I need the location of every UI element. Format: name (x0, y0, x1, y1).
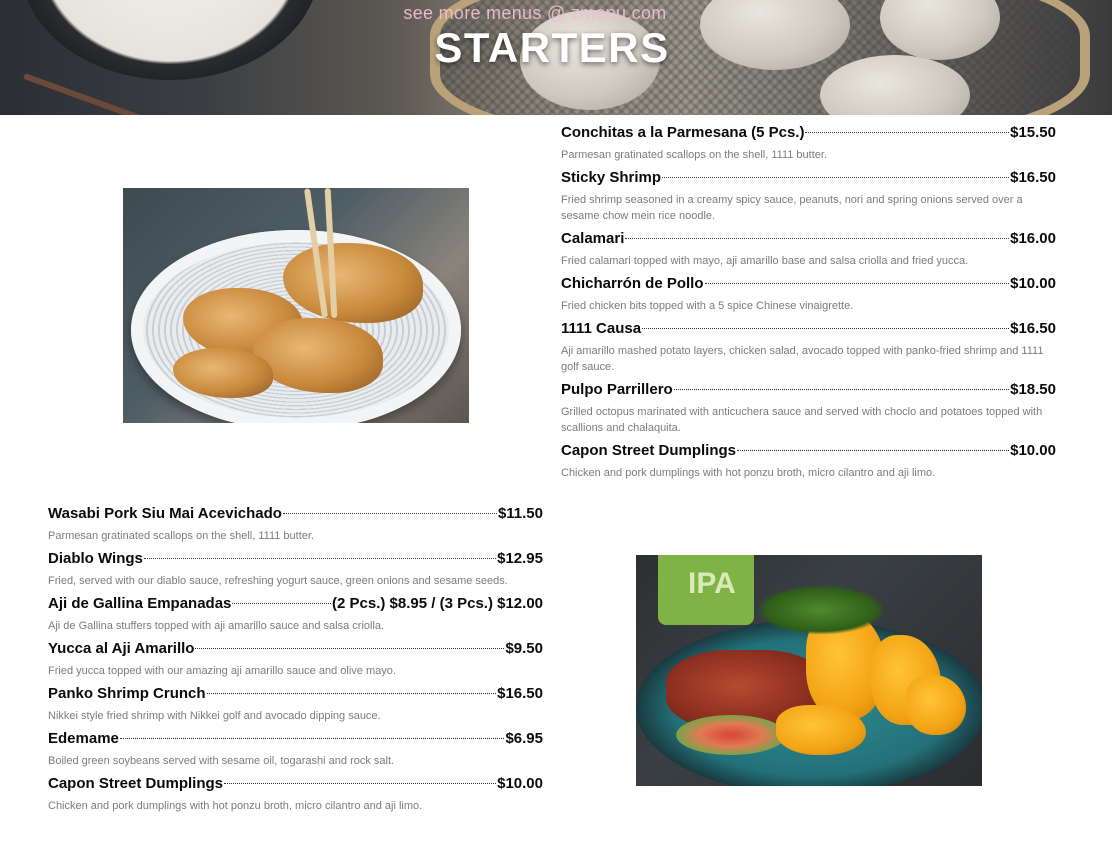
dotted-leader (282, 513, 497, 514)
menu-item-header: Capon Street Dumplings $10.00 (561, 442, 1056, 464)
dotted-leader (704, 283, 1010, 284)
menu-item-name: Conchitas a la Parmesana (5 Pcs.) (561, 124, 805, 141)
menu-item-price: $16.50 (1010, 169, 1056, 186)
menu-item-header: Wasabi Pork Siu Mai Acevichado $11.50 (48, 505, 543, 527)
dotted-leader (224, 783, 497, 784)
menu-item-price: $15.50 (1010, 124, 1056, 141)
dotted-leader (805, 132, 1010, 133)
menu-item: Aji de Gallina Empanadas (2 Pcs.) $8.95 /… (48, 595, 543, 640)
menu-item-description: Fried yucca topped with our amazing aji … (48, 665, 396, 677)
menu-item-name: Diablo Wings (48, 550, 143, 567)
menu-item: Capon Street Dumplings $10.00 Chicken and … (48, 775, 543, 820)
salsa-graphic (676, 715, 786, 755)
menu-item: Calamari $16.00 Fried calamari topped with… (561, 230, 1056, 275)
menu-item-price: $16.50 (1010, 320, 1056, 337)
menu-item-description: Parmesan gratinated scallops on the shel… (561, 149, 827, 161)
dotted-leader (625, 238, 1010, 239)
dotted-leader (662, 177, 1010, 178)
menu-item: Edemame $6.95 Boiled green soybeans served… (48, 730, 543, 775)
menu-item-price: $9.50 (505, 640, 543, 657)
menu-item-description: Chicken and pork dumplings with hot ponz… (561, 467, 936, 479)
menu-item-description: Grilled octopus marinated with anticuche… (561, 406, 1043, 434)
menu-item: Yucca al Aji Amarillo $9.50 Fried yucca to… (48, 640, 543, 685)
dotted-leader (206, 693, 497, 694)
menu-item-description: Fried shrimp seasoned in a creamy spicy … (561, 194, 1023, 222)
banner-chopstick-graphic (22, 72, 148, 115)
dotted-leader (232, 603, 332, 604)
menu-item-description: Fried chicken bits topped with a 5 spice… (561, 300, 854, 312)
menu-item-header: Sticky Shrimp $16.50 (561, 169, 1056, 191)
menu-item: Sticky Shrimp $16.50 Fried shrimp seasoned… (561, 169, 1056, 230)
menu-item-price: $10.00 (497, 775, 543, 792)
menu-item-name: Panko Shrimp Crunch (48, 685, 206, 702)
menu-item-name: Pulpo Parrillero (561, 381, 673, 398)
menu-item-header: 1111 Causa $16.50 (561, 320, 1056, 342)
menu-item-name: Aji de Gallina Empanadas (48, 595, 232, 612)
left-menu-list: Wasabi Pork Siu Mai Acevichado $11.50 Parm… (48, 505, 543, 820)
menu-item: Capon Street Dumplings $10.00 Chicken and … (561, 442, 1056, 487)
menu-item-price: $12.95 (497, 550, 543, 567)
dotted-leader (673, 389, 1010, 390)
menu-item-header: Conchitas a la Parmesana (5 Pcs.) $15.50 (561, 124, 1056, 146)
dotted-leader (195, 648, 505, 649)
nikkei-dish-image: IPA (636, 555, 982, 786)
menu-item-description: Fried, served with our diablo sauce, ref… (48, 575, 508, 587)
herb-garnish-graphic (756, 585, 886, 635)
menu-item-header: Capon Street Dumplings $10.00 (48, 775, 543, 797)
menu-item-header: Aji de Gallina Empanadas (2 Pcs.) $8.95 /… (48, 595, 543, 617)
header-banner: see more menus @ zmenu.com STARTERS (0, 0, 1112, 115)
watermark-link[interactable]: see more menus @ zmenu.com (0, 3, 1070, 24)
section-title: STARTERS (434, 24, 670, 71)
menu-item: Panko Shrimp Crunch $16.50 Nikkei style fr… (48, 685, 543, 730)
menu-item-name: Wasabi Pork Siu Mai Acevichado (48, 505, 282, 522)
dotted-leader (737, 450, 1010, 451)
menu-item: Conchitas a la Parmesana (5 Pcs.) $15.50 P… (561, 124, 1056, 169)
menu-item-header: Pulpo Parrillero $18.50 (561, 381, 1056, 403)
menu-item-header: Panko Shrimp Crunch $16.50 (48, 685, 543, 707)
menu-item-name: Sticky Shrimp (561, 169, 662, 186)
menu-item-description: Chicken and pork dumplings with hot ponz… (48, 800, 423, 812)
menu-item-description: Fried calamari topped with mayo, aji ama… (561, 255, 969, 267)
menu-item-header: Edemame $6.95 (48, 730, 543, 752)
menu-item: Chicharrón de Pollo $10.00 Fried chicken b… (561, 275, 1056, 320)
dotted-leader (143, 558, 497, 559)
menu-item-price: (2 Pcs.) $8.95 / (3 Pcs.) $12.00 (332, 595, 543, 612)
sauce-graphic (776, 705, 866, 755)
menu-item-price: $10.00 (1010, 275, 1056, 292)
menu-item-price: $11.50 (497, 505, 543, 522)
menu-item-header: Yucca al Aji Amarillo $9.50 (48, 640, 543, 662)
menu-item: Diablo Wings $12.95 Fried, served with our… (48, 550, 543, 595)
menu-item-price: $18.50 (1010, 381, 1056, 398)
menu-item-name: Capon Street Dumplings (561, 442, 737, 459)
menu-item: 1111 Causa $16.50 Aji amarillo mashed pota… (561, 320, 1056, 381)
beer-can-label: IPA (688, 567, 736, 600)
menu-item-name: Capon Street Dumplings (48, 775, 224, 792)
menu-item-description: Aji de Gallina stuffers topped with aji … (48, 620, 385, 632)
menu-item-description: Boiled green soybeans served with sesame… (48, 755, 395, 767)
gyoza-bowl-image (123, 188, 469, 423)
menu-item: Pulpo Parrillero $18.50 Grilled octopus ma… (561, 381, 1056, 442)
menu-item-name: Yucca al Aji Amarillo (48, 640, 195, 657)
menu-item-price: $16.00 (1010, 230, 1056, 247)
right-menu-list: Conchitas a la Parmesana (5 Pcs.) $15.50 P… (561, 124, 1056, 487)
menu-item-header: Calamari $16.00 (561, 230, 1056, 252)
menu-item-description: Nikkei style fried shrimp with Nikkei go… (48, 710, 381, 722)
menu-item-name: Calamari (561, 230, 625, 247)
menu-item-header: Chicharrón de Pollo $10.00 (561, 275, 1056, 297)
dotted-leader (642, 328, 1010, 329)
menu-item-price: $16.50 (497, 685, 543, 702)
menu-item-name: Edemame (48, 730, 119, 747)
menu-item-name: Chicharrón de Pollo (561, 275, 704, 292)
menu-item-price: $6.95 (505, 730, 543, 747)
menu-item-price: $10.00 (1010, 442, 1056, 459)
menu-item-name: 1111 Causa (561, 320, 642, 337)
menu-item-description: Aji amarillo mashed potato layers, chick… (561, 345, 1044, 373)
menu-item: Wasabi Pork Siu Mai Acevichado $11.50 Parm… (48, 505, 543, 550)
menu-item-header: Diablo Wings $12.95 (48, 550, 543, 572)
dotted-leader (119, 738, 505, 739)
menu-item-description: Parmesan gratinated scallops on the shel… (48, 530, 314, 542)
